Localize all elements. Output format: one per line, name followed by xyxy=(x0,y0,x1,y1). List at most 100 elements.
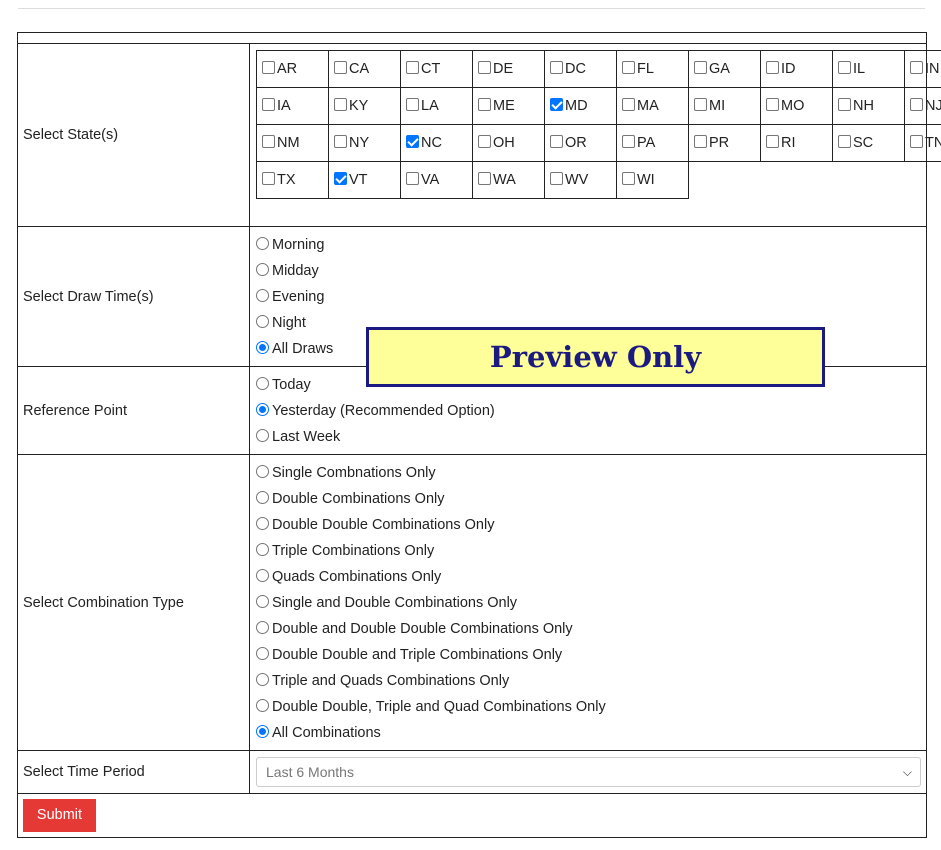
state-checkbox[interactable] xyxy=(262,60,275,74)
state-checkbox[interactable] xyxy=(550,60,563,74)
state-checkbox[interactable] xyxy=(262,97,275,111)
state-option-ia[interactable]: IA xyxy=(256,87,329,125)
state-option-il[interactable]: IL xyxy=(832,50,905,88)
state-checkbox[interactable] xyxy=(910,60,923,74)
state-option-md[interactable]: MD xyxy=(544,87,617,125)
combination-radio[interactable] xyxy=(256,672,269,686)
state-checkbox[interactable] xyxy=(622,60,635,74)
combination-radio[interactable] xyxy=(256,464,269,478)
combination-option[interactable]: Double and Double Double Combinations On… xyxy=(256,616,926,642)
state-checkbox[interactable] xyxy=(406,60,419,74)
draw-time-radio[interactable] xyxy=(256,340,269,354)
state-checkbox[interactable] xyxy=(838,60,851,74)
combination-option[interactable]: Double Double Combinations Only xyxy=(256,512,926,538)
state-checkbox[interactable] xyxy=(694,60,707,74)
state-option-wv[interactable]: WV xyxy=(544,161,617,199)
state-option-vt[interactable]: VT xyxy=(328,161,401,199)
state-option-tn[interactable]: TN xyxy=(904,124,941,162)
reference-option[interactable]: Last Week xyxy=(256,424,926,450)
submit-button[interactable]: Submit xyxy=(23,799,96,832)
reference-option[interactable]: Yesterday (Recommended Option) xyxy=(256,398,926,424)
state-checkbox[interactable] xyxy=(406,97,419,111)
state-option-wi[interactable]: WI xyxy=(616,161,689,199)
state-option-oh[interactable]: OH xyxy=(472,124,545,162)
combination-option[interactable]: Single and Double Combinations Only xyxy=(256,590,926,616)
state-checkbox[interactable] xyxy=(406,134,419,148)
state-option-pr[interactable]: PR xyxy=(688,124,761,162)
state-checkbox[interactable] xyxy=(478,134,491,148)
state-option-fl[interactable]: FL xyxy=(616,50,689,88)
draw-time-option[interactable]: Evening xyxy=(256,284,926,310)
state-checkbox[interactable] xyxy=(622,134,635,148)
state-option-ar[interactable]: AR xyxy=(256,50,329,88)
state-option-ca[interactable]: CA xyxy=(328,50,401,88)
state-checkbox[interactable] xyxy=(910,97,923,111)
state-checkbox[interactable] xyxy=(694,97,707,111)
combination-option[interactable]: Single Combnations Only xyxy=(256,460,926,486)
combination-radio[interactable] xyxy=(256,724,269,738)
state-checkbox[interactable] xyxy=(478,171,491,185)
state-checkbox[interactable] xyxy=(334,134,347,148)
time-period-select[interactable]: Last 6 Months ⌵ xyxy=(256,757,921,787)
combination-radio[interactable] xyxy=(256,568,269,582)
combination-option[interactable]: Quads Combinations Only xyxy=(256,564,926,590)
state-checkbox[interactable] xyxy=(334,97,347,111)
state-option-ri[interactable]: RI xyxy=(760,124,833,162)
state-option-ga[interactable]: GA xyxy=(688,50,761,88)
draw-time-radio[interactable] xyxy=(256,288,269,302)
state-option-mo[interactable]: MO xyxy=(760,87,833,125)
state-checkbox[interactable] xyxy=(550,97,563,111)
state-option-pa[interactable]: PA xyxy=(616,124,689,162)
state-checkbox[interactable] xyxy=(262,171,275,185)
state-option-de[interactable]: DE xyxy=(472,50,545,88)
combination-option[interactable]: Double Double, Triple and Quad Combinati… xyxy=(256,694,926,720)
state-option-or[interactable]: OR xyxy=(544,124,617,162)
combination-radio[interactable] xyxy=(256,516,269,530)
state-checkbox[interactable] xyxy=(766,134,779,148)
state-option-nj[interactable]: NJ xyxy=(904,87,941,125)
draw-time-option[interactable]: Morning xyxy=(256,232,926,258)
state-checkbox[interactable] xyxy=(406,171,419,185)
state-option-ny[interactable]: NY xyxy=(328,124,401,162)
state-option-tx[interactable]: TX xyxy=(256,161,329,199)
state-option-va[interactable]: VA xyxy=(400,161,473,199)
state-checkbox[interactable] xyxy=(766,60,779,74)
combination-option[interactable]: All Combinations xyxy=(256,720,926,746)
combination-radio[interactable] xyxy=(256,490,269,504)
state-option-nm[interactable]: NM xyxy=(256,124,329,162)
combination-radio[interactable] xyxy=(256,698,269,712)
state-checkbox[interactable] xyxy=(622,171,635,185)
state-option-ct[interactable]: CT xyxy=(400,50,473,88)
state-checkbox[interactable] xyxy=(622,97,635,111)
combination-radio[interactable] xyxy=(256,594,269,608)
state-option-nh[interactable]: NH xyxy=(832,87,905,125)
state-checkbox[interactable] xyxy=(838,134,851,148)
state-option-nc[interactable]: NC xyxy=(400,124,473,162)
state-checkbox[interactable] xyxy=(262,134,275,148)
combination-option[interactable]: Double Combinations Only xyxy=(256,486,926,512)
state-checkbox[interactable] xyxy=(478,97,491,111)
combination-option[interactable]: Triple Combinations Only xyxy=(256,538,926,564)
state-option-sc[interactable]: SC xyxy=(832,124,905,162)
combination-option[interactable]: Triple and Quads Combinations Only xyxy=(256,668,926,694)
state-option-wa[interactable]: WA xyxy=(472,161,545,199)
reference-radio[interactable] xyxy=(256,376,269,390)
combination-option[interactable]: Double Double and Triple Combinations On… xyxy=(256,642,926,668)
state-option-in[interactable]: IN xyxy=(904,50,941,88)
state-checkbox[interactable] xyxy=(694,134,707,148)
state-checkbox[interactable] xyxy=(550,134,563,148)
state-option-la[interactable]: LA xyxy=(400,87,473,125)
state-checkbox[interactable] xyxy=(334,60,347,74)
state-option-ma[interactable]: MA xyxy=(616,87,689,125)
state-checkbox[interactable] xyxy=(766,97,779,111)
state-checkbox[interactable] xyxy=(478,60,491,74)
reference-radio[interactable] xyxy=(256,428,269,442)
combination-radio[interactable] xyxy=(256,542,269,556)
state-option-me[interactable]: ME xyxy=(472,87,545,125)
state-checkbox[interactable] xyxy=(910,134,923,148)
state-option-ky[interactable]: KY xyxy=(328,87,401,125)
state-option-mi[interactable]: MI xyxy=(688,87,761,125)
combination-radio[interactable] xyxy=(256,620,269,634)
combination-radio[interactable] xyxy=(256,646,269,660)
draw-time-option[interactable]: Midday xyxy=(256,258,926,284)
